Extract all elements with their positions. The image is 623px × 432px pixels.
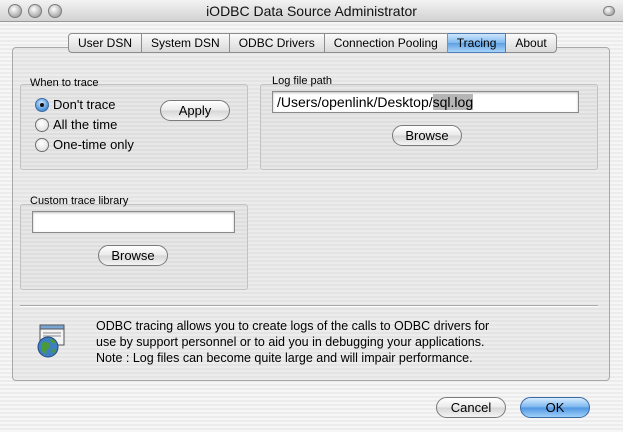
tab-user-dsn[interactable]: User DSN xyxy=(68,33,143,53)
log-file-path-input[interactable]: /Users/openlink/Desktop/sql.log xyxy=(272,91,579,113)
info-line: ODBC tracing allows you to create logs o… xyxy=(96,319,490,333)
custom-library-browse-button[interactable]: Browse xyxy=(98,245,168,266)
odbc-trace-globe-icon xyxy=(37,324,65,358)
apply-button[interactable]: Apply xyxy=(160,100,230,121)
info-line: use by support personnel or to aid you i… xyxy=(96,335,485,349)
radio-button-icon[interactable] xyxy=(35,137,49,152)
when-to-trace-label: When to trace xyxy=(30,77,99,89)
radio-dont-trace-label: Don't trace xyxy=(53,97,116,112)
radio-button-icon[interactable] xyxy=(35,117,49,132)
radio-one-time-only-label: One-time only xyxy=(53,137,134,152)
log-file-path-selection: sql.log xyxy=(432,94,474,110)
radio-all-the-time-label: All the time xyxy=(53,117,118,132)
log-file-browse-button[interactable]: Browse xyxy=(392,125,462,146)
tab-tracing[interactable]: Tracing xyxy=(447,33,507,53)
tab-odbc-drivers[interactable]: ODBC Drivers xyxy=(229,33,325,53)
log-file-label: Log file path xyxy=(272,75,332,87)
separator xyxy=(20,305,598,307)
cancel-button[interactable]: Cancel xyxy=(436,397,506,418)
tab-bar: User DSN System DSN ODBC Drivers Connect… xyxy=(68,33,557,53)
custom-trace-library-label: Custom trace library xyxy=(30,195,129,207)
window-title: iODBC Data Source Administrator xyxy=(206,3,417,19)
radio-dont-trace[interactable]: Don't trace xyxy=(35,97,115,112)
log-file-path-prefix: /Users/openlink/Desktop/ xyxy=(277,94,433,110)
radio-button-selected-icon[interactable] xyxy=(35,97,49,112)
radio-one-time-only[interactable]: One-time only xyxy=(35,137,134,152)
tab-about[interactable]: About xyxy=(506,33,557,53)
custom-trace-library-input[interactable] xyxy=(32,211,235,233)
info-line: Note : Log files can become quite large … xyxy=(96,351,473,365)
tracing-info-text: ODBC tracing allows you to create logs o… xyxy=(96,318,596,366)
tab-system-dsn[interactable]: System DSN xyxy=(142,33,230,53)
ok-button[interactable]: OK xyxy=(520,397,590,418)
title-bar: iODBC Data Source Administrator xyxy=(0,0,623,22)
radio-all-the-time[interactable]: All the time xyxy=(35,117,117,132)
toolbar-toggle-icon[interactable] xyxy=(603,6,615,16)
tab-connection-pooling[interactable]: Connection Pooling xyxy=(324,33,448,53)
